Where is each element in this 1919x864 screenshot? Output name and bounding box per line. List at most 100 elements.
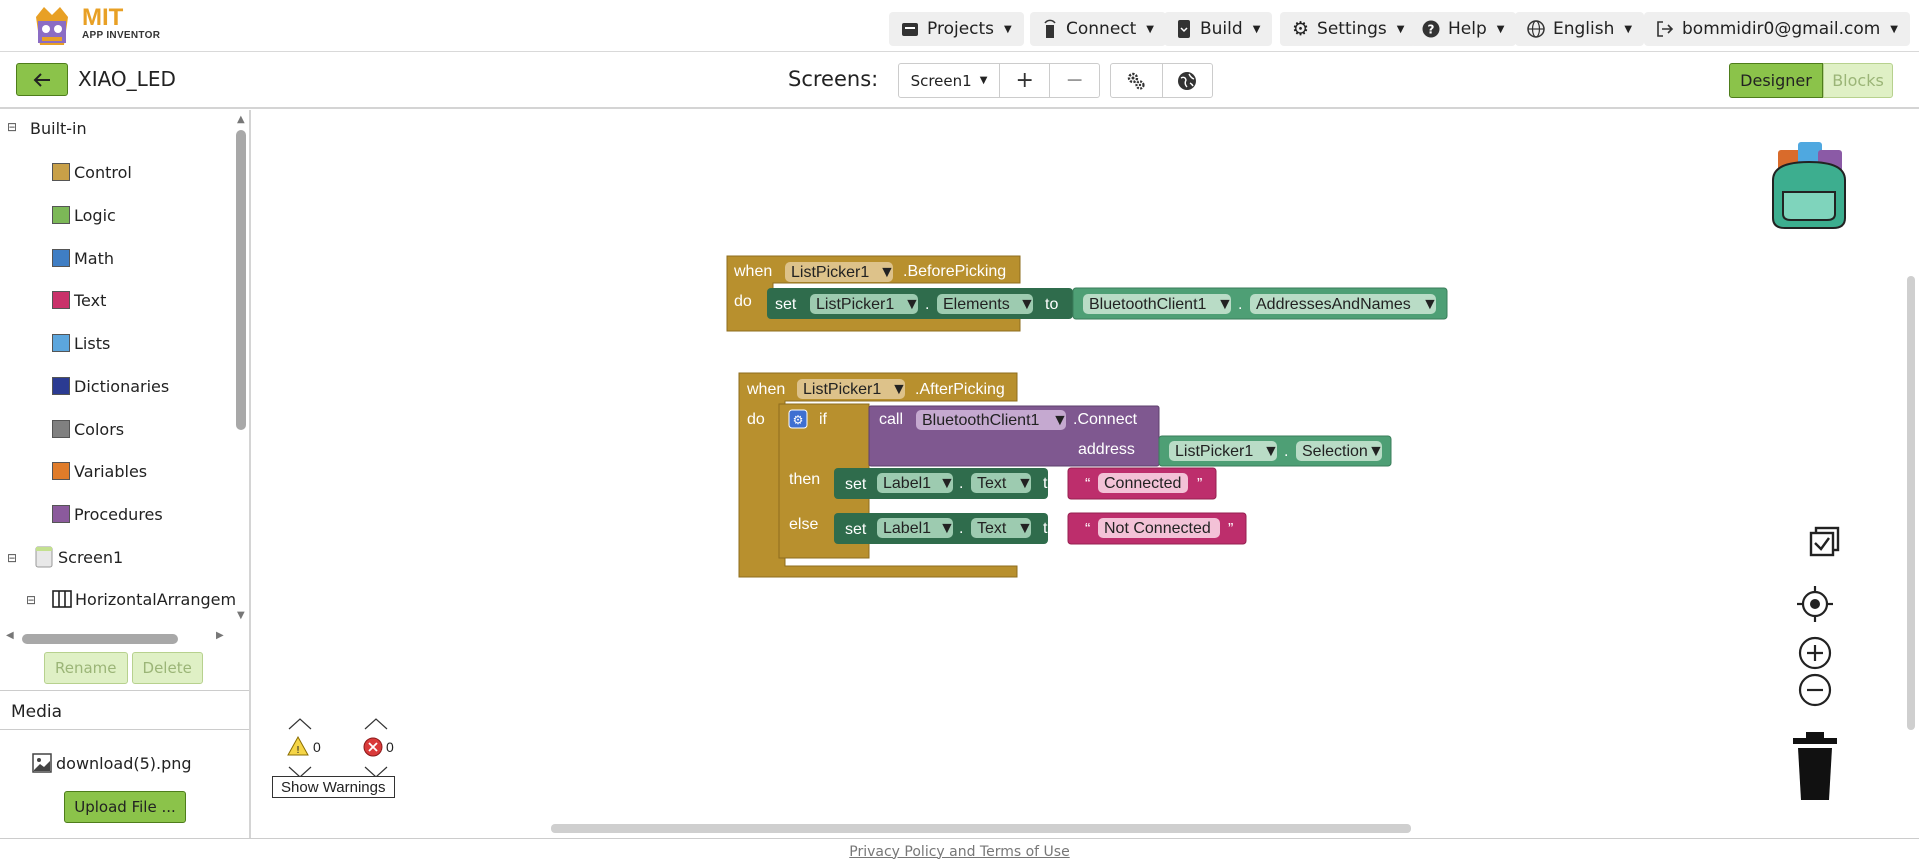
setter-component-label: Label1 [883,520,931,537]
tree-screen1-label: Screen1 [58,547,124,567]
blocks-sidebar: ⊟ Built-in Control Logic Math Text Lists… [0,110,251,838]
horizontal-arrangement-icon [52,590,72,608]
sidebar-horizontal-scroll-thumb[interactable] [22,634,178,644]
tree-screen1[interactable]: Screen1 [34,544,123,570]
category-colors[interactable]: Colors [52,416,124,442]
warnings-indicator: ! 0 0 [287,718,394,778]
designer-button[interactable]: Designer [1729,63,1823,98]
globe-icon [1527,20,1545,38]
collapse-screen-icon[interactable]: ⊟ [7,551,17,565]
zoom-in-icon[interactable] [1798,636,1832,670]
category-label: Colors [74,419,125,439]
connect-menu[interactable]: Connect ▼ [1030,12,1166,46]
web-preview-button[interactable] [1161,64,1213,97]
scroll-right-icon[interactable]: ▶ [216,630,224,641]
error-prev-icon[interactable] [364,718,388,730]
build-menu[interactable]: Build ▼ [1164,12,1273,46]
category-procedures[interactable]: Procedures [52,501,163,527]
category-lists[interactable]: Lists [52,330,110,356]
zoom-out-icon[interactable] [1798,673,1832,707]
block-to-label: to [1043,520,1056,537]
caret-down-icon: ▼ [1496,23,1505,35]
block-set-label: set [845,476,867,493]
event-block-after-picking[interactable]: when ListPicker1 ▼ .AfterPicking do ⚙ if… [738,372,1392,578]
back-button[interactable] [16,63,68,96]
upload-file-button[interactable]: Upload File ... [64,791,186,823]
collapse-arrangement-icon[interactable]: ⊟ [26,593,36,607]
language-label: English [1553,19,1615,39]
dot-label: . [925,296,929,313]
svg-text:?: ? [1428,23,1435,37]
screen-icon [35,546,53,568]
blocks-button[interactable]: Blocks [1823,63,1893,98]
project-properties-button[interactable] [1111,64,1162,97]
scroll-left-icon[interactable]: ◀ [6,630,14,641]
setter-property-label: Text [977,520,1007,537]
remove-screen-button[interactable]: − [1049,64,1099,97]
setter-property-label: Text [977,475,1007,492]
language-menu[interactable]: English ▼ [1515,12,1645,46]
settings-menu[interactable]: ⚙ Settings ▼ [1280,12,1417,46]
connect-icon [1044,19,1056,38]
cleanup-icon[interactable] [1809,526,1840,557]
trash-icon[interactable] [1793,732,1837,800]
category-math[interactable]: Math [52,245,114,271]
caret-down-icon: ▼ [1019,296,1035,313]
help-menu[interactable]: ? Help ▼ [1410,12,1517,46]
category-label: Control [74,162,132,182]
caret-down-icon: ▼ [1368,443,1384,460]
logo-sub-text: APP INVENTOR [82,30,161,41]
delete-button[interactable]: Delete [131,652,203,684]
projects-label: Projects [927,19,995,39]
setter-component-label: Label1 [883,475,931,492]
warning-prev-icon[interactable] [288,718,312,730]
category-logic[interactable]: Logic [52,202,116,228]
event-block-before-picking[interactable]: when ListPicker1 ▼ .BeforePicking do set… [726,255,1448,332]
gear-icon: ⚙ [1292,18,1310,40]
block-to-label: to [1043,475,1056,492]
show-warnings-button[interactable]: Show Warnings [272,776,395,798]
workspace-canvas[interactable]: when ListPicker1 ▼ .BeforePicking do set… [253,110,1919,838]
gear-icon: ⚙ [793,413,804,427]
media-file-item[interactable]: download(5).png [32,753,192,773]
recenter-icon[interactable] [1797,586,1833,622]
account-menu[interactable]: bommidir0@gmail.com ▼ [1644,12,1910,46]
block-call-label: call [879,411,903,428]
blocks-workspace[interactable]: when ListPicker1 ▼ .BeforePicking do set… [253,110,1919,838]
workspace-vertical-scrollbar[interactable] [1907,276,1915,730]
category-dictionaries[interactable]: Dictionaries [52,373,169,399]
caret-down-icon: ▼ [891,381,907,398]
projects-menu[interactable]: Projects ▼ [889,12,1024,46]
settings-label: Settings [1317,19,1387,39]
swatch-icon [52,462,70,480]
caret-down-icon: ▼ [1396,23,1405,35]
category-label: Dictionaries [74,376,170,396]
block-when-label: when [733,263,772,280]
privacy-link[interactable]: Privacy Policy and Terms of Use [849,844,1069,860]
scroll-up-icon[interactable]: ▲ [237,114,245,125]
project-tools-group [1110,63,1213,98]
block-address-label: address [1078,441,1135,458]
media-file-label: download(5).png [56,753,192,773]
category-text[interactable]: Text [52,287,106,313]
collapse-builtin-icon[interactable]: ⊟ [7,120,17,134]
screen-dropdown[interactable]: Screen1 ▼ [899,64,1000,97]
tree-horizontal-arrangement[interactable]: HorizontalArrangem [52,586,236,612]
workspace-horizontal-scrollbar[interactable] [551,824,1411,833]
app-logo[interactable]: MIT APP INVENTOR [24,3,174,49]
caret-down-icon: ▼ [1052,412,1068,429]
category-variables[interactable]: Variables [52,458,147,484]
caret-down-icon: ▼ [1422,296,1438,313]
swatch-icon [52,249,70,267]
add-screen-button[interactable]: + [1000,64,1050,97]
category-label: Text [74,290,107,310]
rename-button[interactable]: Rename [44,652,128,684]
error-count: 0 [386,739,394,755]
scroll-down-icon[interactable]: ▼ [237,610,245,621]
tree-builtin[interactable]: Built-in [30,115,87,141]
call-method-label: .Connect [1073,411,1138,428]
category-control[interactable]: Control [52,159,132,185]
backpack-icon[interactable] [1772,142,1846,229]
arrow-left-icon [33,72,50,87]
sidebar-vertical-scroll-thumb[interactable] [236,130,246,430]
